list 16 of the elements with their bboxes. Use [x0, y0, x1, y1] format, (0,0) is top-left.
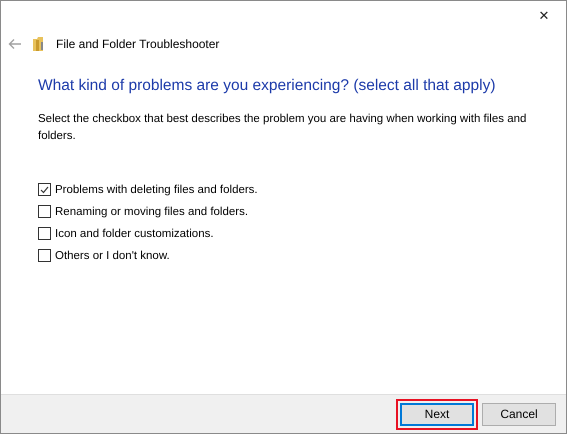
checkbox[interactable]: [38, 249, 51, 262]
option-label: Renaming or moving files and folders.: [55, 206, 248, 218]
page-heading: What kind of problems are you experiencing? (select all that apply): [38, 77, 496, 95]
next-button[interactable]: Next: [400, 402, 474, 426]
close-button[interactable]: ✕: [522, 1, 566, 29]
cancel-button[interactable]: Cancel: [482, 402, 556, 426]
checkbox[interactable]: [38, 227, 51, 240]
checkbox[interactable]: [38, 205, 51, 218]
option-label: Icon and folder customizations.: [55, 228, 214, 240]
option-label: Problems with deleting files and folders.: [55, 184, 258, 196]
description-text: Select the checkbox that best describes the problem you are having when working with files and folders.: [38, 112, 528, 144]
checkbox[interactable]: [38, 183, 51, 196]
folder-icon: [32, 36, 46, 52]
option-label: Others or I don't know.: [55, 250, 170, 262]
window-title: File and Folder Troubleshooter: [56, 37, 220, 51]
back-arrow-icon[interactable]: [8, 38, 22, 50]
